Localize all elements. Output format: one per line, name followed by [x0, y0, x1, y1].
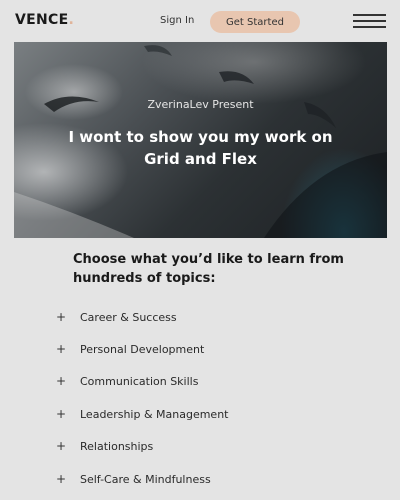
- topic-label: Leadership & Management: [80, 408, 229, 421]
- page: VENCE. Sign In Get Started ZverinaLev Pr…: [0, 0, 400, 500]
- topic-item-personal-development[interactable]: + Personal Development: [0, 338, 400, 362]
- topic-item-communication-skills[interactable]: + Communication Skills: [0, 370, 400, 394]
- topic-label: Self-Care & Mindfulness: [80, 473, 211, 486]
- logo-dot: .: [68, 12, 75, 28]
- plus-icon: +: [56, 374, 67, 388]
- hero-shape: [219, 71, 254, 84]
- topic-item-relationships[interactable]: + Relationships: [0, 435, 400, 459]
- plus-icon: +: [56, 342, 67, 356]
- plus-icon: +: [56, 472, 67, 486]
- plus-icon: +: [56, 439, 67, 453]
- brand-logo[interactable]: VENCE.: [15, 12, 74, 28]
- plus-icon: +: [56, 407, 67, 421]
- menu-line: [353, 20, 386, 22]
- topic-label: Career & Success: [80, 311, 177, 324]
- get-started-label: Get Started: [226, 16, 284, 28]
- hero-title: I wont to show you my work on Grid and F…: [68, 128, 333, 168]
- topic-label: Personal Development: [80, 343, 205, 356]
- topics-heading: Choose what you’d like to learn from hun…: [73, 252, 344, 286]
- topic-item-leadership-management[interactable]: + Leadership & Management: [0, 403, 400, 427]
- menu-line: [353, 26, 386, 28]
- hero-shape: [144, 45, 172, 56]
- topic-item-career-success[interactable]: + Career & Success: [0, 306, 400, 330]
- sign-in-link[interactable]: Sign In: [160, 15, 194, 26]
- topic-label: Communication Skills: [80, 375, 199, 388]
- topic-item-self-care-mindfulness[interactable]: + Self-Care & Mindfulness: [0, 468, 400, 492]
- topic-label: Relationships: [80, 440, 154, 453]
- menu-line: [353, 14, 386, 16]
- plus-icon: +: [56, 310, 67, 324]
- hero-shape: [14, 192, 134, 238]
- hamburger-menu-icon[interactable]: [353, 14, 386, 29]
- logo-text: VENCE: [15, 12, 69, 28]
- get-started-button[interactable]: Get Started: [210, 11, 300, 33]
- site-header: VENCE. Sign In Get Started: [0, 0, 400, 42]
- hero-subtitle: ZverinaLev Present: [147, 98, 254, 111]
- hero-banner: ZverinaLev Present I wont to show you my…: [14, 42, 387, 238]
